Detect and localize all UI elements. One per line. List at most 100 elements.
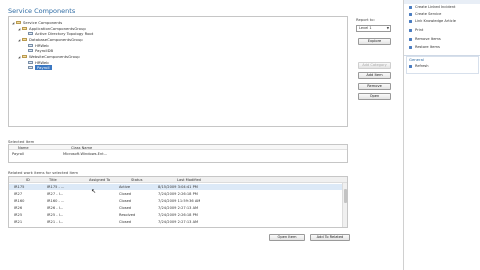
- cell-id: IR160: [14, 199, 25, 203]
- tree-node-selected[interactable]: Payroll: [28, 65, 52, 70]
- selected-item-header: Name Class Name: [9, 145, 347, 150]
- remove-button[interactable]: Remove: [358, 83, 391, 90]
- task-label: Remove Items: [415, 37, 441, 41]
- task-create-service[interactable]: Create Service: [409, 11, 441, 17]
- cell-status: Closed: [119, 199, 132, 203]
- col-id[interactable]: ID: [26, 178, 30, 182]
- add-item-button[interactable]: Add Item: [358, 72, 391, 79]
- col-title[interactable]: Title: [49, 178, 57, 182]
- table-row[interactable]: IR25 IR25 - I... Resolved 7/24/2009 2:26…: [9, 212, 343, 218]
- general-section-title: General: [409, 57, 424, 62]
- cell-title: IR21 - I...: [47, 220, 64, 224]
- task-label: Create Linked Incident: [415, 5, 456, 9]
- mouse-pointer-icon: ↖: [91, 188, 97, 195]
- col-name: Name: [18, 145, 29, 150]
- col-class-name: Class Name: [71, 145, 93, 150]
- task-print[interactable]: Print: [409, 27, 423, 33]
- col-last-modified[interactable]: Last Modified: [177, 178, 201, 182]
- report-to-value: Level 1: [359, 26, 372, 30]
- node-icon: [28, 48, 33, 53]
- node-icon: [28, 60, 33, 65]
- col-status[interactable]: Status: [131, 178, 142, 182]
- folder-icon: [22, 37, 27, 42]
- task-label: Restore Items: [415, 45, 440, 49]
- task-create-linked-incident[interactable]: Create Linked Incident: [409, 4, 455, 10]
- task-label: Print: [415, 28, 424, 32]
- service-components-form: Service Components ◢ Service Components …: [0, 0, 403, 270]
- cell-status: Closed: [119, 206, 132, 210]
- cell-title: IR26 - I...: [47, 206, 64, 210]
- table-row[interactable]: IR26 IR26 - I... Closed 7/24/2009 2:27:1…: [9, 205, 343, 211]
- selected-item-name: Payroll: [12, 151, 24, 156]
- cell-id: IR25: [14, 213, 23, 217]
- task-label: Create Service: [415, 12, 442, 16]
- folder-icon: [22, 26, 27, 31]
- scrollbar-thumb[interactable]: [344, 189, 347, 203]
- tasks-pane: Create Linked Incident Create Service Li…: [403, 0, 480, 270]
- task-label: Refresh: [415, 64, 429, 68]
- cell-last-modified: 7/24/2009 11:59:36 AM: [158, 199, 201, 203]
- tree-node-label: PayrollDB: [35, 48, 54, 53]
- node-icon: [28, 65, 33, 70]
- selected-item-grid: Name Class Name Payroll Microsoft.Window…: [8, 144, 348, 163]
- cell-status: Closed: [119, 220, 132, 224]
- open-button[interactable]: Open: [358, 93, 391, 100]
- cell-title: IR27 - I...: [47, 192, 64, 196]
- open-item-button[interactable]: Open Item: [269, 234, 305, 241]
- tree-node[interactable]: Active Directory Topology Root: [28, 31, 93, 36]
- explore-button[interactable]: Explore: [358, 38, 391, 45]
- cell-id: IR27: [14, 192, 23, 196]
- article-icon: [409, 19, 412, 23]
- service-icon: [409, 12, 412, 16]
- chevron-down-icon[interactable]: ▼: [387, 26, 389, 31]
- table-row[interactable]: IR175 IR175 - ... Active 8/15/2009 3:04:…: [9, 184, 343, 190]
- cell-title: IR25 - I...: [47, 213, 64, 217]
- cell-status: Resolved: [119, 213, 136, 217]
- cell-id: IR175: [14, 185, 25, 189]
- node-icon: [28, 31, 33, 36]
- page-title: Service Components: [8, 7, 76, 15]
- report-to-select[interactable]: Level 1 ▼: [356, 25, 391, 32]
- task-restore-items[interactable]: Restore Items: [409, 44, 440, 50]
- tree-node[interactable]: PayrollDB: [28, 48, 53, 53]
- cell-title: IR175 - ...: [47, 185, 65, 189]
- report-to-label: Report to:: [356, 17, 375, 22]
- remove-icon: [409, 37, 412, 41]
- col-assigned-to[interactable]: Assigned To: [89, 178, 110, 182]
- tree-node-label: Payroll: [35, 65, 52, 70]
- work-items-header: ID Title Assigned To Status Last Modifie…: [9, 177, 347, 183]
- cell-title: IR160 - ...: [47, 199, 65, 203]
- cell-id: IR26: [14, 206, 23, 210]
- task-link-knowledge-article[interactable]: Link Knowledge Article: [409, 18, 456, 24]
- cell-last-modified: 8/15/2009 3:04:41 PM: [158, 185, 198, 189]
- work-items-label: Related work items for selected item: [8, 170, 79, 175]
- node-icon: [28, 43, 33, 48]
- task-label: Link Knowledge Article: [415, 19, 456, 23]
- work-items-grid[interactable]: ID Title Assigned To Status Last Modifie…: [8, 176, 348, 228]
- incident-icon: [409, 5, 412, 9]
- task-remove-items[interactable]: Remove Items: [409, 36, 441, 42]
- cell-last-modified: 7/24/2009 2:26:18 PM: [158, 192, 198, 196]
- tree-node-label: Active Directory Topology Root: [35, 31, 94, 36]
- tree-node-label: DatabaseComponentsGroup: [29, 37, 83, 42]
- cell-status: Closed: [119, 192, 132, 196]
- tree-node[interactable]: ◢ WebsiteComponentsGroup: [18, 54, 80, 59]
- selected-item-row[interactable]: Payroll Microsoft.Windows.Ent...: [9, 151, 347, 156]
- folder-icon: [22, 54, 27, 59]
- tree-node[interactable]: ◢ DatabaseComponentsGroup: [18, 37, 83, 42]
- cell-status: Active: [119, 185, 131, 189]
- task-refresh[interactable]: Refresh: [409, 63, 429, 69]
- tree-node[interactable]: ◢ Service Components: [12, 20, 62, 25]
- vertical-scrollbar[interactable]: [342, 183, 347, 227]
- print-icon: [409, 28, 412, 32]
- cell-last-modified: 7/24/2009 2:27:13 AM: [158, 206, 199, 210]
- add-category-button[interactable]: Add Category: [358, 62, 391, 69]
- components-tree[interactable]: ◢ Service Components ◢ ApplicationCompon…: [8, 16, 348, 127]
- table-row[interactable]: IR160 IR160 - ... Closed 7/24/2009 11:59…: [9, 198, 343, 204]
- tree-node-label: Service Components: [23, 20, 63, 25]
- table-row[interactable]: IR21 IR21 - I... Closed 7/24/2009 2:27:1…: [9, 219, 343, 225]
- folder-icon: [16, 20, 21, 25]
- table-row[interactable]: IR27 IR27 - I... Closed 7/24/2009 2:26:1…: [9, 191, 343, 197]
- add-to-related-button[interactable]: Add To Related: [310, 234, 350, 241]
- cell-id: IR21: [14, 220, 23, 224]
